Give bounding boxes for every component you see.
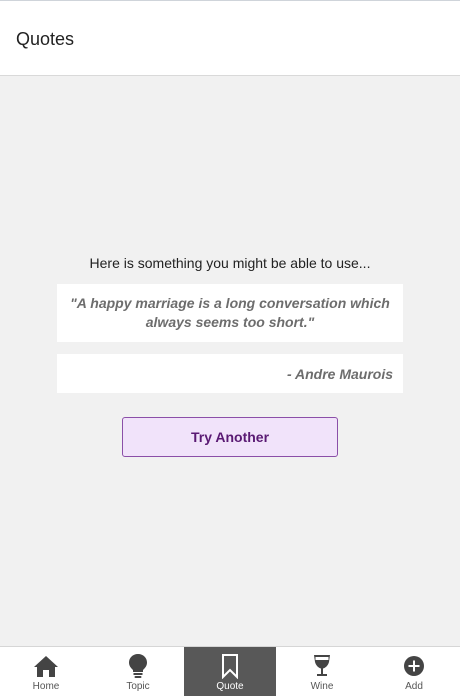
- bottom-tab-bar: Home Topic Quote Wine Add: [0, 646, 460, 696]
- lightbulb-icon: [125, 652, 151, 680]
- quote-card: "A happy marriage is a long conversation…: [57, 284, 403, 342]
- home-icon: [33, 652, 59, 680]
- tab-quote[interactable]: Quote: [184, 647, 276, 696]
- tab-add[interactable]: Add: [368, 647, 460, 696]
- header: Quotes: [0, 0, 460, 76]
- tab-wine-label: Wine: [310, 681, 334, 692]
- page-title: Quotes: [16, 29, 75, 49]
- tab-home-label: Home: [32, 681, 60, 692]
- quote-text: "A happy marriage is a long conversation…: [70, 295, 390, 330]
- bookmark-icon: [217, 652, 243, 680]
- app-root: Quotes Here is something you might be ab…: [0, 0, 460, 696]
- main-content: Here is something you might be able to u…: [0, 76, 460, 646]
- tab-topic[interactable]: Topic: [92, 647, 184, 696]
- try-another-button[interactable]: Try Another: [122, 417, 338, 457]
- tab-quote-label: Quote: [216, 681, 244, 692]
- tab-home[interactable]: Home: [0, 647, 92, 696]
- plus-circle-icon: [401, 652, 427, 680]
- tab-add-label: Add: [405, 681, 423, 692]
- quote-author: - Andre Maurois: [286, 365, 393, 382]
- tab-wine[interactable]: Wine: [276, 647, 368, 696]
- author-card: - Andre Maurois: [57, 354, 403, 393]
- intro-text: Here is something you might be able to u…: [89, 255, 371, 271]
- tab-topic-label: Topic: [126, 681, 150, 692]
- wine-glass-icon: [309, 652, 335, 680]
